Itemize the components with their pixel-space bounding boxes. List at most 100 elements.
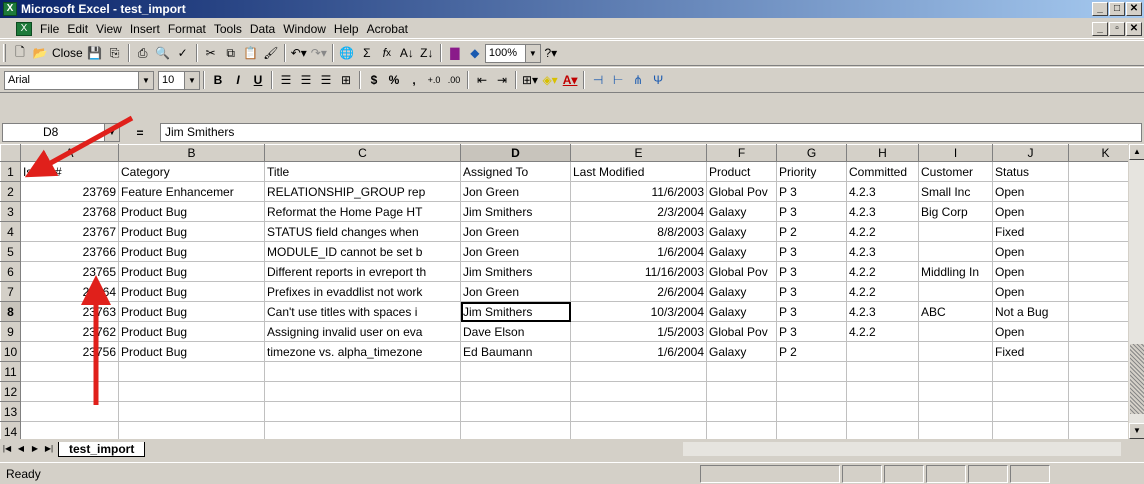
row-header[interactable]: 12: [0, 381, 21, 402]
cell[interactable]: Last Modified: [570, 161, 707, 182]
cell[interactable]: 4.2.3: [846, 301, 919, 322]
currency-button[interactable]: $: [364, 70, 384, 90]
cell[interactable]: [776, 401, 847, 422]
cell[interactable]: Product: [706, 161, 777, 182]
cell[interactable]: [846, 421, 919, 439]
decrease-indent-icon[interactable]: ⇤: [472, 70, 492, 90]
cell[interactable]: [992, 361, 1069, 382]
cell[interactable]: Open: [992, 201, 1069, 222]
cell[interactable]: Open: [992, 281, 1069, 302]
cell[interactable]: 4.2.3: [846, 181, 919, 202]
cell[interactable]: [992, 401, 1069, 422]
worksheet-grid[interactable]: A B C D E F G H I J K 1 Issue # Category Ti…: [0, 144, 1144, 439]
undo-icon[interactable]: ↶▾: [289, 43, 309, 63]
cell[interactable]: Galaxy: [706, 281, 777, 302]
cell[interactable]: [706, 401, 777, 422]
cell[interactable]: Issue #: [20, 161, 119, 182]
vertical-scrollbar[interactable]: ▲ ▼: [1128, 144, 1144, 439]
align-right-icon[interactable]: ☰: [316, 70, 336, 90]
doc-close-button[interactable]: ✕: [1126, 22, 1142, 36]
workbook-icon[interactable]: X: [16, 21, 32, 36]
cell[interactable]: [918, 421, 993, 439]
cell[interactable]: P 3: [776, 281, 847, 302]
cell[interactable]: [992, 381, 1069, 402]
font-name-select[interactable]: Arial ▼: [4, 70, 154, 90]
cell[interactable]: 23768: [20, 201, 119, 222]
chart-wizard-icon[interactable]: ▇: [445, 43, 465, 63]
print-icon[interactable]: ⎙: [133, 43, 153, 63]
row-header[interactable]: 6: [0, 261, 21, 282]
cell[interactable]: [264, 421, 461, 439]
cell[interactable]: 1/6/2004: [570, 241, 707, 262]
column-header[interactable]: J: [992, 144, 1069, 162]
cell[interactable]: Product Bug: [118, 221, 265, 242]
print-preview-icon[interactable]: 🔍: [153, 43, 173, 63]
increase-decimal-icon[interactable]: +.0: [424, 70, 444, 90]
row-header[interactable]: 5: [0, 241, 21, 262]
cell[interactable]: 23766: [20, 241, 119, 262]
column-header[interactable]: B: [118, 144, 265, 162]
save-icon[interactable]: 💾: [85, 43, 105, 63]
cell[interactable]: [460, 421, 571, 439]
new-icon[interactable]: 🗋: [10, 43, 30, 63]
cell[interactable]: [846, 401, 919, 422]
row-header[interactable]: 2: [0, 181, 21, 202]
cell[interactable]: Jim Smithers: [460, 301, 571, 322]
column-header[interactable]: D: [460, 144, 571, 162]
name-box[interactable]: D8 ▼: [2, 123, 120, 142]
cell[interactable]: Committed: [846, 161, 919, 182]
cell[interactable]: Not a Bug: [992, 301, 1069, 322]
close-file-button[interactable]: Close: [50, 43, 85, 63]
cell[interactable]: 11/16/2003: [570, 261, 707, 282]
cell[interactable]: [20, 381, 119, 402]
cell[interactable]: P 3: [776, 201, 847, 222]
menu-help[interactable]: Help: [330, 22, 363, 36]
cell[interactable]: 11/6/2003: [570, 181, 707, 202]
cell[interactable]: [918, 341, 993, 362]
cell[interactable]: Middling In: [918, 261, 993, 282]
cell[interactable]: 23764: [20, 281, 119, 302]
row-header[interactable]: 3: [0, 201, 21, 222]
cell[interactable]: Open: [992, 261, 1069, 282]
cell[interactable]: 4.2.3: [846, 201, 919, 222]
borders-icon[interactable]: ⊞▾: [520, 70, 540, 90]
scroll-up-icon[interactable]: ▲: [1129, 144, 1144, 160]
font-color-icon[interactable]: A▾: [560, 70, 580, 90]
doc-minimize-button[interactable]: _: [1092, 22, 1108, 36]
cell[interactable]: STATUS field changes when: [264, 221, 461, 242]
cell[interactable]: [570, 361, 707, 382]
maximize-button[interactable]: □: [1109, 2, 1125, 16]
function-icon[interactable]: fx: [377, 43, 397, 63]
cell[interactable]: [992, 421, 1069, 439]
font-size-select[interactable]: 10 ▼: [158, 70, 200, 90]
cell[interactable]: Ed Baumann: [460, 341, 571, 362]
menu-insert[interactable]: Insert: [126, 22, 164, 36]
merge-center-icon[interactable]: ⊞: [336, 70, 356, 90]
row-header[interactable]: 8: [0, 301, 21, 322]
cell[interactable]: [118, 361, 265, 382]
sheet-tab-test-import[interactable]: test_import: [58, 441, 146, 457]
cell[interactable]: Product Bug: [118, 321, 265, 342]
menu-edit[interactable]: Edit: [63, 22, 92, 36]
cell[interactable]: 2/6/2004: [570, 281, 707, 302]
paste-icon[interactable]: 📋: [241, 43, 261, 63]
cell[interactable]: [776, 381, 847, 402]
scroll-down-icon[interactable]: ▼: [1129, 423, 1144, 439]
row-header[interactable]: 7: [0, 281, 21, 302]
cell[interactable]: 4.2.2: [846, 221, 919, 242]
cell[interactable]: Title: [264, 161, 461, 182]
formula-input[interactable]: Jim Smithers: [160, 123, 1142, 142]
column-header[interactable]: H: [846, 144, 919, 162]
cell[interactable]: [706, 361, 777, 382]
cell[interactable]: [706, 381, 777, 402]
menu-tools[interactable]: Tools: [210, 22, 246, 36]
select-all-button[interactable]: [0, 144, 21, 162]
spelling-icon[interactable]: ✓: [173, 43, 193, 63]
cell[interactable]: Jim Smithers: [460, 261, 571, 282]
italic-button[interactable]: I: [228, 70, 248, 90]
drawing-icon[interactable]: ◆: [465, 43, 485, 63]
cell[interactable]: Global Pov: [706, 181, 777, 202]
cell[interactable]: Fixed: [992, 341, 1069, 362]
cell[interactable]: [918, 401, 993, 422]
cell[interactable]: 23767: [20, 221, 119, 242]
